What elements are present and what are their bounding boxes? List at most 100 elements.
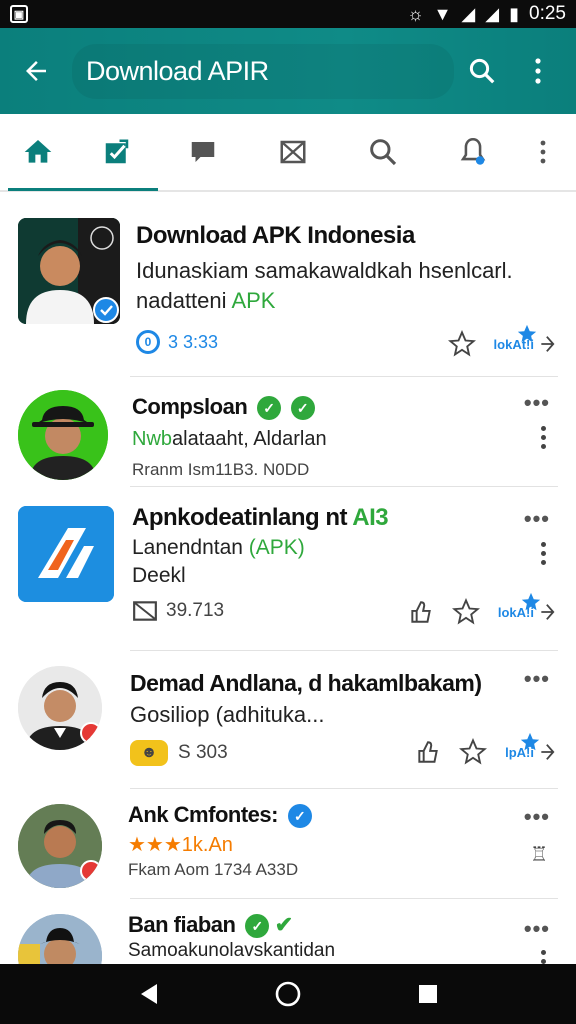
verified-icon: ✓ xyxy=(256,396,281,421)
item-description-2: Deekl xyxy=(132,564,186,587)
home-icon xyxy=(24,140,52,163)
back-triangle-icon[interactable] xyxy=(137,982,159,1006)
item-rating: ★★★1k.An xyxy=(128,834,233,856)
signal-icon: ◢ xyxy=(461,4,476,24)
notification-icon xyxy=(460,137,486,165)
star-outline-icon[interactable] xyxy=(459,738,488,766)
item-description-2: nadatteni APK xyxy=(136,288,276,313)
more-horiz-icon[interactable]: ••• xyxy=(524,916,550,942)
item-description: Nwbalataaht, Aldarlan xyxy=(132,428,327,450)
wifi-icon: ▼ xyxy=(433,4,452,24)
more-vert-icon[interactable] xyxy=(540,950,546,964)
star-outline-icon[interactable] xyxy=(447,330,476,358)
item-title: Demad Andlana, d hakamlbakam) xyxy=(130,670,482,696)
rating-badge[interactable]: lokA!i xyxy=(498,592,556,623)
item-description: Idunaskiam samakawaldkah hsenlcarl. xyxy=(136,258,513,283)
list-item[interactable]: Download APK Indonesia Idunaskiam samaka… xyxy=(0,194,576,378)
tab-search[interactable] xyxy=(338,113,428,191)
more-vert-icon xyxy=(540,140,546,164)
rating-badge[interactable]: lpA!i xyxy=(505,732,556,763)
divider xyxy=(130,486,558,487)
signal-icon-2: ◢ xyxy=(485,4,500,24)
tab-edit[interactable] xyxy=(76,113,158,191)
home-circle-icon[interactable] xyxy=(274,980,302,1008)
thumb-up-icon[interactable] xyxy=(415,738,441,766)
battery-icon: ▮ xyxy=(509,4,520,24)
avatar xyxy=(18,666,102,750)
pin-icon[interactable]: ♖ xyxy=(530,842,548,867)
list-item[interactable]: Ban fiaban ✓ ✔ Samoakunolavskantidan ••• xyxy=(0,900,576,964)
more-vert-icon[interactable] xyxy=(540,542,546,565)
verified-icon: ✓ xyxy=(287,804,312,829)
play-badge-icon xyxy=(80,722,102,744)
avatar xyxy=(18,390,108,480)
item-meta: ☻ S 303 xyxy=(130,740,228,766)
thumb-up-icon[interactable] xyxy=(408,598,434,626)
item-description: Gosiliop (adhituka... xyxy=(130,702,325,727)
item-title: Download APK Indonesia xyxy=(136,222,415,249)
tab-chat[interactable] xyxy=(158,113,248,191)
star-filled-icon xyxy=(521,592,541,611)
item-meta: 0 3 3:33 xyxy=(136,330,218,354)
avatar xyxy=(18,804,102,888)
star-outline-icon[interactable] xyxy=(451,598,480,626)
play-badge-icon xyxy=(80,860,102,882)
clock: 0:25 xyxy=(529,3,566,24)
divider xyxy=(130,650,558,651)
avatar xyxy=(18,506,114,602)
item-meta: 39.713 xyxy=(132,600,224,622)
tab-home[interactable] xyxy=(0,113,76,191)
search-icon[interactable] xyxy=(454,56,510,86)
more-horiz-icon[interactable]: ••• xyxy=(524,390,550,416)
tab-mail[interactable] xyxy=(248,113,338,191)
item-meta: Rranm Ism11B3. N0DD xyxy=(132,460,310,479)
verified-icon-2: ✓ xyxy=(290,396,315,421)
recents-square-icon[interactable] xyxy=(417,983,439,1005)
tab-bar xyxy=(0,114,576,192)
item-actions: lokAt!i xyxy=(447,324,556,358)
tab-notifications[interactable] xyxy=(428,113,518,191)
item-title: Apnkodeatinlang nt AI3 xyxy=(132,504,389,531)
vibrate-icon: ☼ xyxy=(407,4,424,24)
more-horiz-icon[interactable]: ••• xyxy=(524,506,550,532)
more-vert-icon[interactable] xyxy=(540,426,546,449)
page-title: Download APIR xyxy=(72,43,454,99)
item-meta: Fkam Aom 1734 A33D xyxy=(128,860,299,879)
item-title: Ban fiaban ✓ ✔ xyxy=(128,912,293,939)
app-notification-icon: ▣ xyxy=(10,5,28,23)
mail-icon xyxy=(133,601,157,621)
item-description: Lanendntan (APK) xyxy=(132,536,305,559)
back-arrow-icon[interactable] xyxy=(0,56,72,86)
item-title: Compsloan ✓ ✓ xyxy=(132,394,315,421)
list-item[interactable]: Compsloan ✓ ✓ Nwbalataaht, Aldarlan Rran… xyxy=(0,378,576,488)
info-icon: 0 xyxy=(136,330,160,354)
item-actions: lpA!i xyxy=(415,732,556,766)
rating-badge[interactable]: lokAt!i xyxy=(494,324,556,355)
star-filled-icon xyxy=(520,732,540,751)
edit-check-icon xyxy=(105,139,129,164)
verified-icon: ✓ xyxy=(245,914,270,939)
app-bar: Download APIR xyxy=(0,28,576,114)
more-vert-icon[interactable] xyxy=(510,57,566,85)
mail-icon xyxy=(280,140,306,164)
divider xyxy=(130,376,558,377)
divider xyxy=(130,898,558,899)
emoji-icon: ☻ xyxy=(130,740,168,766)
divider xyxy=(130,788,558,789)
avatar xyxy=(18,914,102,964)
item-title: Ank Cmfontes: ✓ xyxy=(128,802,312,829)
item-actions: lokA!i xyxy=(408,592,556,626)
tab-more[interactable] xyxy=(518,113,568,191)
more-horiz-icon[interactable]: ••• xyxy=(524,666,550,692)
more-horiz-icon[interactable]: ••• xyxy=(524,804,550,830)
apk-list: Download APK Indonesia Idunaskiam samaka… xyxy=(0,194,576,964)
status-bar: ▣ ☼ ▼ ◢ ◢ ▮ 0:25 xyxy=(0,0,576,28)
chat-icon xyxy=(191,142,215,162)
list-item[interactable]: Demad Andlana, d hakamlbakam) Gosiliop (… xyxy=(0,652,576,790)
list-item[interactable]: Apnkodeatinlang nt AI3 Lanendntan (APK) … xyxy=(0,488,576,652)
system-nav-bar xyxy=(0,964,576,1024)
list-item[interactable]: Ank Cmfontes: ✓ ★★★1k.An Fkam Aom 1734 A… xyxy=(0,790,576,900)
avatar xyxy=(18,218,120,324)
star-filled-icon xyxy=(517,324,536,343)
search-icon xyxy=(370,139,397,166)
